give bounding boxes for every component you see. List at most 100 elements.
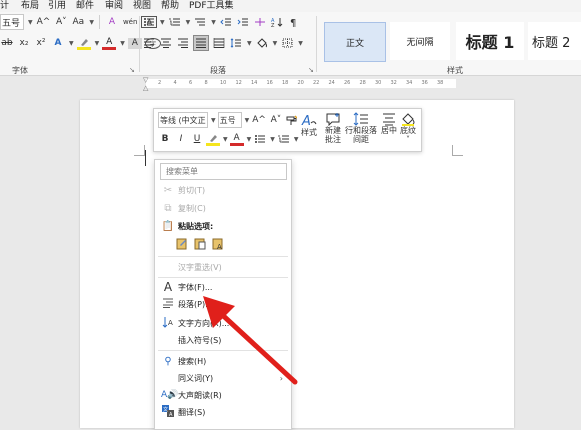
highlight-dropdown-icon[interactable]: ▼ [95,40,100,47]
mini-shrink-font-button[interactable]: A˅ [269,113,283,127]
text-effects-button[interactable]: A [51,36,65,50]
sort-button[interactable]: AZ [270,15,284,29]
phonetic-guide-button[interactable]: wén [122,15,138,29]
line-spacing-dropdown-icon[interactable]: ▼ [247,40,252,47]
change-case-dropdown-icon[interactable]: ▼ [89,19,94,26]
mini-bullets-dropdown-icon[interactable]: ▼ [270,136,275,143]
paste-keep-source-button[interactable] [176,237,188,250]
shrink-font-button[interactable]: A˅ [54,15,68,29]
superscript-button[interactable]: x² [34,36,48,50]
copy-icon: ⧉ [164,202,172,214]
mini-font-color-dropdown-icon[interactable]: ▼ [247,136,252,143]
align-right-button[interactable] [176,36,190,50]
show-marks-button[interactable]: ¶ [287,15,301,29]
mini-font-color-button[interactable]: A [229,133,244,146]
style-heading-1[interactable]: 标题 1 [456,22,524,60]
numbering-button[interactable] [168,15,182,29]
sort-icon: AZ [271,18,283,27]
grow-font-button[interactable]: A^ [36,15,52,29]
mini-styles-button[interactable]: A 样式 [301,112,317,137]
numbering-dropdown-icon[interactable]: ▼ [186,19,191,26]
read-aloud-icon: A🔊 [161,390,179,400]
font-icon: A [163,280,173,294]
style-heading-2[interactable]: 标题 2 [528,22,581,60]
menu-review[interactable]: 审阅 [105,0,123,12]
align-center-button[interactable] [159,36,173,50]
menu-help[interactable]: 帮助 [161,0,179,12]
mini-numbering-button[interactable] [277,132,291,146]
mini-font-size-select[interactable]: 五号 [217,112,242,128]
font-size-select[interactable]: 五号 [0,14,24,30]
context-menu-search-input[interactable]: 搜索菜单 [160,163,287,180]
shading-dropdown-icon[interactable]: ▼ [273,40,278,47]
menu-item-copy[interactable]: ⧉ 复制(C) [155,200,289,216]
shading-button[interactable] [255,36,269,50]
borders-dropdown-icon[interactable]: ▼ [298,40,303,47]
menu-design[interactable]: 计 [0,0,9,12]
menu-pdf-tools[interactable]: PDF工具集 [189,0,234,12]
mini-shading-button[interactable]: 底纹 ˅ [400,112,416,144]
mini-row-2: B I U ▼ A ▼ ▼ ▼ [158,131,299,147]
first-line-indent-marker[interactable]: ▽ [143,76,148,84]
menu-references[interactable]: 引用 [48,0,66,12]
increase-indent-button[interactable] [236,15,250,29]
mini-grow-font-button[interactable]: A^ [251,113,267,127]
menu-view[interactable]: 视图 [133,0,151,12]
mini-bold-button[interactable]: B [158,132,172,146]
subscript-button[interactable]: x₂ [17,36,31,50]
line-spacing-button[interactable] [229,36,243,50]
mini-numbering-dropdown-icon[interactable]: ▼ [294,136,299,143]
decrease-indent-button[interactable] [219,15,233,29]
ruler-tick-label: 26 [344,80,351,86]
mini-shading-dropdown-icon[interactable]: ˅ [406,135,410,144]
font-row-1: 五号 ▼ A^ A˅ Aa ▼ A wén A [0,14,158,30]
paragraph-dialog-launcher-icon[interactable]: ↘ [308,66,314,74]
clear-format-button[interactable]: A [105,15,119,29]
mini-font-name-dropdown-icon[interactable]: ▼ [211,117,216,124]
multilevel-list-button[interactable] [193,15,207,29]
menu-layout[interactable]: 布局 [21,0,39,12]
mini-font-name-select[interactable]: 等线 (中文正 [158,112,208,128]
mini-line-spacing-button[interactable]: 行和段落 间距 [345,112,377,144]
bullets-icon [255,135,266,143]
hanging-indent-marker[interactable]: △ [143,84,148,92]
mini-underline-button[interactable]: U [190,132,204,146]
paragraph-icon [161,298,175,311]
bullets-dropdown-icon[interactable]: ▼ [160,19,165,26]
align-left-button[interactable] [142,36,156,50]
borders-button[interactable] [280,36,294,50]
mini-new-comment-button[interactable]: 新建 批注 [325,112,341,144]
mini-highlight-button[interactable] [206,133,220,146]
font-dialog-launcher-icon[interactable]: ↘ [129,66,135,74]
menu-item-copy-label: 复制(C) [178,203,206,213]
font-color-button[interactable]: A [102,37,117,50]
menu-item-cut[interactable]: ✂ 剪切(T) [155,182,289,198]
change-case-button[interactable]: Aa [71,15,85,29]
text-effects-dropdown-icon[interactable]: ▼ [69,40,74,47]
mini-bullets-button[interactable] [253,132,267,146]
style-no-spacing[interactable]: 无间隔 [390,22,450,60]
bullets-button[interactable] [142,15,156,29]
mini-center-button[interactable]: 居中 [381,112,397,135]
font-color-dropdown-icon[interactable]: ▼ [120,40,125,47]
menu-item-reconvert[interactable]: 汉字重选(V) [155,259,289,275]
borders-icon [282,38,293,48]
mini-font-size-dropdown-icon[interactable]: ▼ [245,117,250,124]
justify-button[interactable] [193,35,209,51]
paste-merge-button[interactable] [194,237,206,250]
mini-new-comment-label-2: 批注 [325,135,341,144]
chinese-layout-button[interactable] [253,15,267,29]
font-size-dropdown-icon[interactable]: ▼ [28,19,33,26]
menu-mailings[interactable]: 邮件 [76,0,94,12]
highlight-button[interactable] [76,37,91,50]
strikethrough-button[interactable]: ab [0,36,14,50]
paste-text-only-button[interactable]: A [212,237,224,250]
menu-item-translate[interactable]: 文 A 翻译(S) [155,404,289,420]
mini-highlight-dropdown-icon[interactable]: ▼ [223,136,228,143]
ruler-tick-label: 28 [359,80,366,86]
distributed-button[interactable] [212,36,226,50]
mini-format-painter-button[interactable] [285,113,299,127]
multilevel-dropdown-icon[interactable]: ▼ [211,19,216,26]
style-normal[interactable]: 正文 [324,22,386,62]
mini-italic-button[interactable]: I [174,132,188,146]
